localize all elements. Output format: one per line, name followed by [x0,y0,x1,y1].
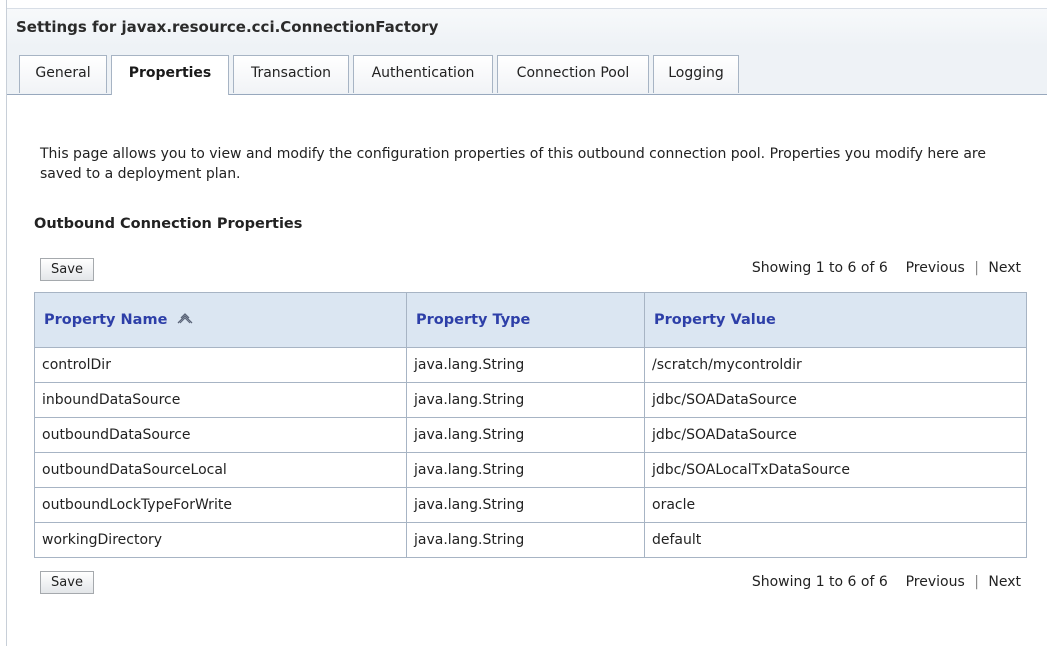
cell-property-name: outboundDataSource [34,417,407,453]
column-header-property-type[interactable]: Property Type [406,292,645,348]
next-link[interactable]: Next [988,260,1021,276]
next-link[interactable]: Next [988,574,1021,590]
cell-property-name: outboundLockTypeForWrite [34,487,407,523]
pager-separator: | [974,260,979,276]
cell-property-name: controlDir [34,347,407,383]
table-row: workingDirectory java.lang.String defaul… [34,522,1027,558]
table-row: outboundLockTypeForWrite java.lang.Strin… [34,487,1027,523]
properties-table: Property Name Property Type Property Val… [34,292,1027,558]
pager-top: Showing 1 to 6 of 6 Previous | Next [752,260,1021,276]
cell-property-type: java.lang.String [406,522,645,558]
cell-property-value[interactable]: jdbc/SOADataSource [644,417,1027,453]
tab-transaction[interactable]: Transaction [233,55,349,93]
tab-general[interactable]: General [19,55,107,93]
tab-bar: General Properties Transaction Authentic… [7,46,1047,95]
table-row: inboundDataSource java.lang.String jdbc/… [34,382,1027,418]
tab-authentication[interactable]: Authentication [353,55,493,93]
column-header-property-value[interactable]: Property Value [644,292,1027,348]
cell-property-value[interactable]: default [644,522,1027,558]
cell-property-name: inboundDataSource [34,382,407,418]
cell-property-type: java.lang.String [406,452,645,488]
cell-property-type: java.lang.String [406,487,645,523]
cell-property-name: workingDirectory [34,522,407,558]
column-header-label: Property Name [44,312,168,328]
table-row: outboundDataSource java.lang.String jdbc… [34,417,1027,453]
table-row: outboundDataSourceLocal java.lang.String… [34,452,1027,488]
tab-connection-pool[interactable]: Connection Pool [497,55,649,93]
tab-logging[interactable]: Logging [653,55,739,93]
cell-property-type: java.lang.String [406,347,645,383]
previous-link[interactable]: Previous [906,260,965,276]
pager-separator: | [974,574,979,590]
table-row: controlDir java.lang.String /scratch/myc… [34,347,1027,383]
settings-header: Settings for javax.resource.cci.Connecti… [7,8,1047,47]
column-header-property-name[interactable]: Property Name [34,292,407,348]
section-title: Outbound Connection Properties [34,216,303,232]
tab-properties[interactable]: Properties [111,55,229,95]
pager-showing: Showing 1 to 6 of 6 [751,260,888,276]
page-title: Settings for javax.resource.cci.Connecti… [16,18,439,36]
cell-property-value[interactable]: jdbc/SOADataSource [644,382,1027,418]
cell-property-value[interactable]: oracle [644,487,1027,523]
page-description: This page allows you to view and modify … [40,146,986,182]
cell-property-name: outboundDataSourceLocal [34,452,407,488]
cell-property-value[interactable]: /scratch/mycontroldir [644,347,1027,383]
cell-property-type: java.lang.String [406,382,645,418]
pager-showing: Showing 1 to 6 of 6 [751,574,888,590]
save-button-bottom[interactable]: Save [40,571,94,594]
cell-property-value[interactable]: jdbc/SOALocalTxDataSource [644,452,1027,488]
save-button-top[interactable]: Save [40,258,94,281]
cell-property-type: java.lang.String [406,417,645,453]
sort-ascending-icon[interactable] [176,312,194,328]
table-header-row: Property Name Property Type Property Val… [34,292,1027,348]
pager-bottom: Showing 1 to 6 of 6 Previous | Next [752,574,1021,590]
previous-link[interactable]: Previous [906,574,965,590]
